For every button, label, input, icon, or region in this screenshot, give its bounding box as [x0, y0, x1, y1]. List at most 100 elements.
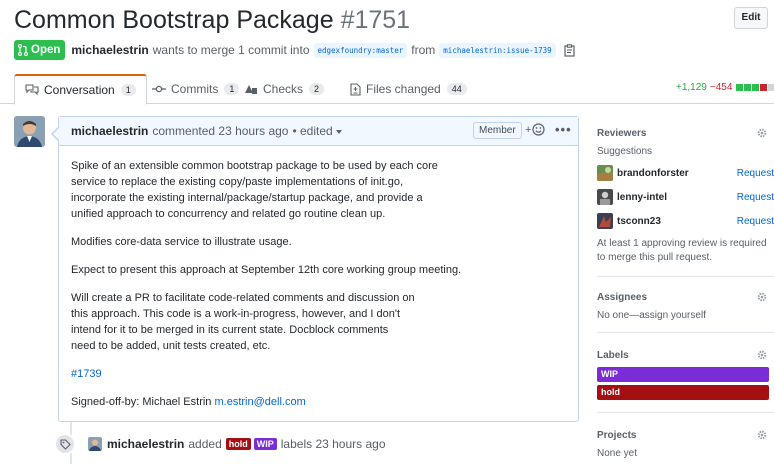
pr-number: #1751	[340, 6, 411, 34]
assignees-header[interactable]: Assignees	[597, 290, 774, 304]
request-review-link[interactable]: Request	[737, 216, 774, 227]
comment-header: michaelestrin commented 23 hours ago • e…	[59, 117, 578, 146]
assignees-title: Assignees	[597, 291, 648, 303]
gear-icon[interactable]	[756, 349, 768, 361]
avatar	[597, 165, 613, 181]
comment-box: michaelestrin commented 23 hours ago • e…	[51, 116, 579, 422]
label-event: michaelestrin added hold WIP labels 23 h…	[54, 433, 386, 455]
pr-tabs: Conversation 1 Commits 1 Checks 2 Files …	[0, 74, 774, 105]
comment-discussion-icon	[25, 84, 39, 96]
reviewer-row: lenny-intel Request	[597, 187, 774, 207]
tab-counter: 2	[309, 83, 325, 95]
divider	[597, 332, 774, 333]
projects-empty: None yet	[597, 448, 638, 459]
merge-text: wants to merge 1 commit into	[152, 43, 310, 57]
tab-commits[interactable]: Commits 1	[152, 74, 240, 104]
comment-paragraph: Spike of an extensible common bootstrap …	[71, 160, 438, 220]
tab-files-changed[interactable]: Files changed 44	[350, 74, 467, 104]
labels-title: Labels	[597, 349, 629, 361]
avatar[interactable]	[88, 437, 102, 451]
labels-section: Labels WIP hold	[597, 348, 774, 403]
diff-block-added	[736, 84, 744, 91]
signoff-text: Signed-off-by: Michael Estrin	[71, 396, 212, 408]
member-badge: Member	[473, 122, 522, 139]
gear-icon[interactable]	[756, 291, 768, 303]
from-text: from	[411, 43, 436, 57]
issue-link[interactable]: #1739	[71, 368, 102, 380]
reviewers-header[interactable]: Reviewers	[597, 126, 774, 140]
signoff-paragraph: Signed-off-by: Michael Estrin m.estrin@d…	[71, 394, 566, 410]
diff-block-neutral	[768, 84, 774, 91]
comment-paragraph: Will create a PR to facilitate code-rela…	[71, 292, 415, 352]
reviewers-title: Reviewers	[597, 127, 647, 139]
tab-label: Checks	[263, 82, 304, 96]
label-wip[interactable]: WIP	[253, 438, 277, 450]
projects-section: Projects None yet	[597, 428, 774, 461]
tab-checks[interactable]: Checks 2	[244, 74, 325, 104]
edited-label: • edited	[292, 124, 333, 138]
projects-title: Projects	[597, 429, 637, 441]
signoff-email-link[interactable]: m.estrin@dell.com	[214, 396, 305, 408]
comment-body: Spike of an extensible common bootstrap …	[59, 146, 578, 434]
label-hold[interactable]: hold	[597, 385, 769, 400]
tab-counter: 1	[120, 84, 136, 96]
review-requirement-note: At least 1 approving review is required …	[597, 238, 767, 263]
diff-block-deleted	[760, 84, 768, 91]
labels-header[interactable]: Labels	[597, 348, 774, 362]
reviewer-row: brandonforster Request	[597, 163, 774, 183]
avatar[interactable]	[14, 116, 45, 147]
event-suffix: labels 23 hours ago	[280, 437, 386, 451]
add-reaction-button[interactable]: +	[525, 123, 546, 136]
gear-icon[interactable]	[756, 429, 768, 441]
pr-meta: Open michaelestrin wants to merge 1 comm…	[14, 40, 576, 60]
request-review-link[interactable]: Request	[737, 192, 774, 203]
git-commit-icon	[152, 85, 166, 93]
reviewers-section: Reviewers Suggestions brandonforster Req…	[597, 126, 774, 265]
base-branch[interactable]: edgexfoundry:master	[313, 42, 408, 58]
diff-additions: +1,129	[676, 82, 707, 93]
tab-label: Files changed	[366, 82, 441, 96]
issue-paragraph: #1739	[71, 366, 566, 382]
gear-icon[interactable]	[756, 127, 768, 139]
suggestions-label: Suggestions	[597, 146, 653, 157]
reviewer-name[interactable]: lenny-intel	[617, 192, 667, 203]
diff-block-added	[752, 84, 760, 91]
divider	[597, 276, 774, 277]
checks-icon	[245, 85, 257, 94]
more-options-button[interactable]: •••	[555, 122, 572, 137]
label-hold[interactable]: hold	[225, 438, 251, 450]
tab-conversation[interactable]: Conversation 1	[14, 74, 147, 105]
comment-action: commented 23 hours ago	[152, 124, 289, 138]
diff-deletions: −454	[709, 82, 733, 93]
edited-dropdown[interactable]: • edited	[292, 124, 342, 138]
comment-author-link[interactable]: michaelestrin	[71, 124, 148, 138]
divider	[597, 412, 774, 413]
assign-yourself-link[interactable]: No one—assign yourself	[597, 309, 774, 323]
pr-title-text: Common Bootstrap Package	[14, 6, 334, 34]
edit-button[interactable]: Edit	[734, 7, 768, 29]
tab-counter: 44	[446, 83, 467, 95]
chevron-down-icon	[335, 129, 342, 134]
file-diff-icon	[350, 82, 361, 96]
clipboard-icon[interactable]	[564, 43, 576, 57]
state-badge: Open	[14, 40, 66, 60]
event-added: added	[188, 437, 222, 451]
head-branch[interactable]: michaelestrin:issue-1739	[439, 42, 556, 58]
event-author-link[interactable]: michaelestrin	[107, 437, 184, 451]
tag-icon	[54, 433, 76, 455]
projects-header[interactable]: Projects	[597, 428, 774, 442]
assignees-section: Assignees No one—assign yourself	[597, 290, 774, 323]
avatar	[597, 189, 613, 205]
pr-title: Common Bootstrap Package #1751	[14, 6, 410, 35]
avatar	[597, 213, 613, 229]
reviewer-name[interactable]: brandonforster	[617, 168, 689, 179]
reviewer-name[interactable]: tsconn23	[617, 216, 661, 227]
tab-counter: 1	[224, 83, 240, 95]
label-wip[interactable]: WIP	[597, 367, 769, 382]
pr-author-link[interactable]: michaelestrin	[71, 43, 148, 57]
request-review-link[interactable]: Request	[737, 168, 774, 179]
tab-label: Conversation	[44, 83, 115, 97]
plus-icon: +	[525, 123, 532, 136]
state-label: Open	[31, 44, 61, 56]
comment-paragraph: Expect to present this approach at Septe…	[71, 264, 462, 276]
